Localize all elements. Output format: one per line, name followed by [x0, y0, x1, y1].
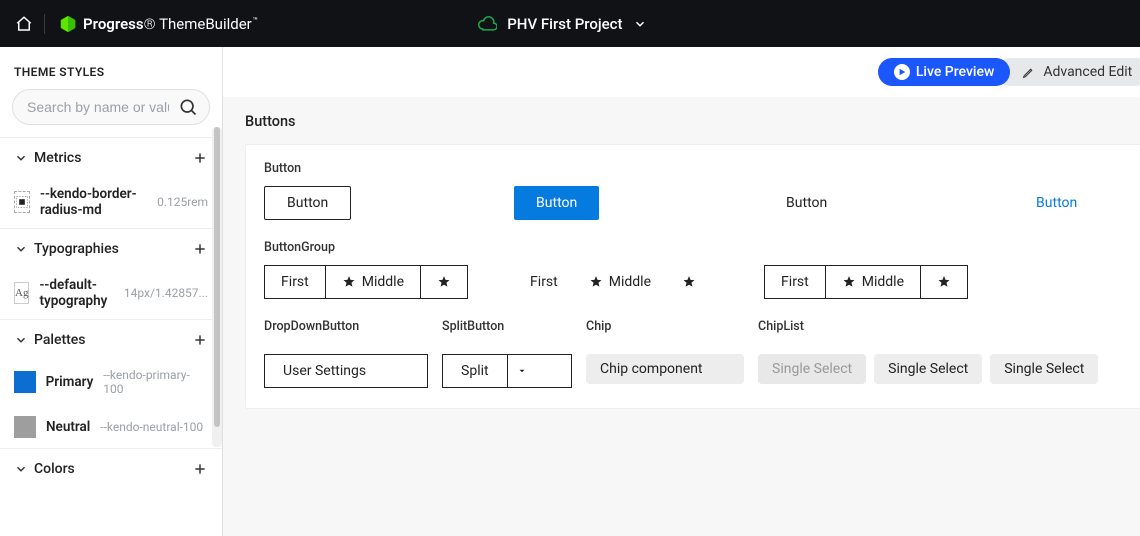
- add-metric-button[interactable]: [192, 150, 208, 166]
- palette-item-neutral[interactable]: Neutral --kendo-neutral-100: [0, 406, 222, 448]
- button-group-middle[interactable]: Middle: [573, 265, 667, 299]
- row-label-button: Button: [264, 161, 1140, 176]
- brand-logo: Progress® ThemeBuilder™: [59, 15, 258, 33]
- star-icon: [437, 275, 451, 289]
- section-metrics[interactable]: Metrics: [0, 138, 222, 176]
- progress-mark-icon: [59, 15, 77, 33]
- caret-down-icon: [517, 366, 527, 376]
- chevron-down-icon: [14, 242, 28, 256]
- search-icon: [178, 97, 198, 117]
- search-input-wrapper: [12, 89, 210, 125]
- button-group-first[interactable]: First: [264, 265, 326, 299]
- row-label-dropdown: DropDownButton: [264, 319, 428, 334]
- metric-item[interactable]: --kendo-border-radius-md 0.125rem: [0, 176, 222, 228]
- button-group-first[interactable]: First: [764, 265, 826, 299]
- star-icon: [589, 275, 603, 289]
- section-typographies[interactable]: Typographies: [0, 229, 222, 267]
- chip[interactable]: Chip component: [586, 354, 744, 384]
- section-colors[interactable]: Colors: [0, 449, 222, 487]
- row-label-buttongroup: ButtonGroup: [264, 240, 1140, 255]
- star-icon: [342, 275, 356, 289]
- chevron-down-icon: [14, 333, 28, 347]
- cloud-icon: [477, 14, 497, 34]
- advanced-edit-button[interactable]: Advanced Edit: [996, 58, 1140, 86]
- split-button: Split: [442, 354, 572, 388]
- divider: [44, 14, 45, 34]
- color-swatch-icon: [14, 371, 36, 393]
- chiplist-item[interactable]: Single Select: [990, 354, 1098, 384]
- button-group-last[interactable]: [920, 265, 968, 299]
- split-button-arrow[interactable]: [507, 355, 537, 387]
- row-label-chiplist: ChipList: [758, 319, 1140, 334]
- add-typography-button[interactable]: [192, 241, 208, 257]
- project-name: PHV First Project: [507, 15, 622, 33]
- button-group-last[interactable]: [666, 265, 712, 299]
- star-icon: [682, 275, 696, 289]
- button-solid-default[interactable]: Button: [264, 186, 351, 220]
- button-group-last[interactable]: [420, 265, 468, 299]
- sidebar-title: THEME STYLES: [0, 47, 222, 89]
- add-palette-button[interactable]: [192, 332, 208, 348]
- section-palettes[interactable]: Palettes: [0, 320, 222, 358]
- chevron-down-icon: [633, 17, 647, 31]
- chiplist-item[interactable]: Single Select: [874, 354, 982, 384]
- pencil-icon: [1022, 66, 1035, 79]
- button-group-outline: First Middle: [764, 265, 968, 299]
- star-icon: [937, 275, 951, 289]
- chevron-down-icon: [14, 151, 28, 165]
- project-switcher[interactable]: PHV First Project: [258, 14, 866, 34]
- chevron-down-icon: [14, 462, 28, 476]
- button-group-flat: First Middle: [514, 265, 712, 299]
- typography-icon: Ag: [14, 282, 29, 304]
- add-color-button[interactable]: [192, 461, 208, 477]
- button-group-middle[interactable]: Middle: [325, 265, 421, 299]
- button-group-solid: First Middle: [264, 265, 468, 299]
- button-group-first[interactable]: First: [514, 265, 574, 299]
- section-title: Buttons: [245, 113, 1140, 130]
- typography-item[interactable]: Ag --default-typography 14px/1.42857...: [0, 267, 222, 319]
- row-label-split: SplitButton: [442, 319, 572, 334]
- home-icon[interactable]: [14, 14, 34, 34]
- row-label-chip: Chip: [586, 319, 744, 334]
- star-icon: [842, 275, 856, 289]
- sidebar-scrollbar[interactable]: [212, 127, 222, 447]
- split-button-main[interactable]: Split: [443, 355, 507, 387]
- color-swatch-icon: [14, 416, 36, 438]
- border-radius-icon: [14, 191, 30, 213]
- button-group-middle[interactable]: Middle: [825, 265, 921, 299]
- button-solid-primary[interactable]: Button: [514, 186, 599, 220]
- live-preview-button[interactable]: Live Preview: [878, 58, 1011, 86]
- play-icon: [894, 64, 910, 80]
- palette-item-primary[interactable]: Primary --kendo-primary-100: [0, 358, 222, 406]
- dropdown-button[interactable]: User Settings: [264, 354, 428, 388]
- chiplist-item[interactable]: Single Select: [758, 354, 866, 384]
- button-flat-default[interactable]: Button: [764, 186, 849, 220]
- button-flat-primary[interactable]: Button: [1014, 186, 1099, 220]
